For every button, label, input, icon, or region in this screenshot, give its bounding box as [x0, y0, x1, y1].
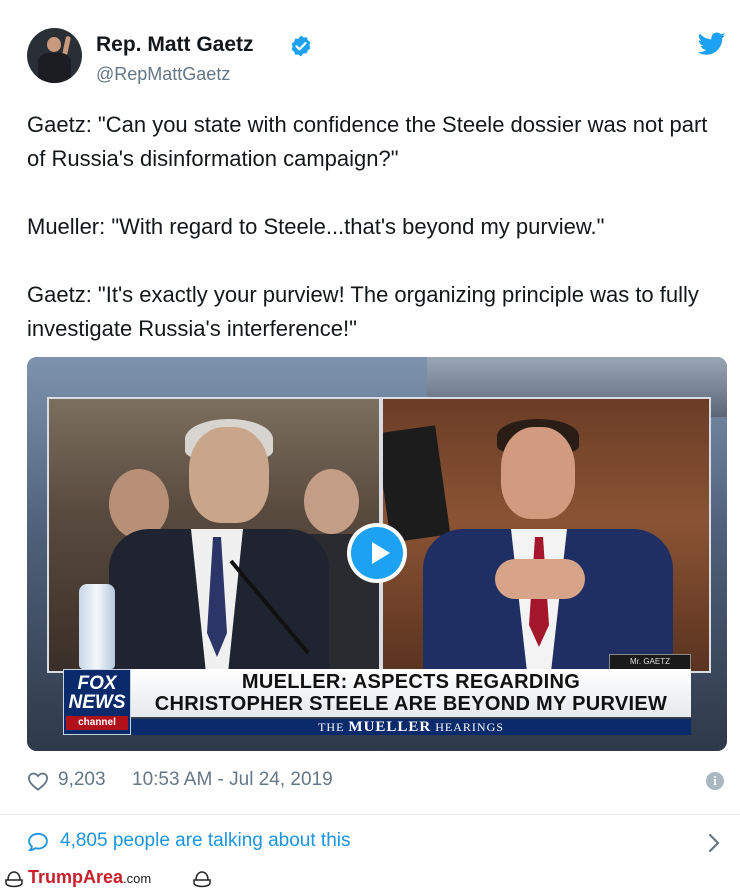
logo-line: channel — [66, 716, 128, 730]
avatar-body — [38, 53, 71, 83]
divider — [0, 814, 740, 815]
water-bottle — [79, 584, 115, 669]
info-icon[interactable]: i — [706, 772, 724, 790]
chevron-right-icon[interactable] — [707, 833, 721, 853]
author-name[interactable]: Rep. Matt Gaetz — [96, 33, 254, 57]
timestamp[interactable]: 10:53 AM - Jul 24, 2019 — [132, 769, 333, 791]
speaker-hands — [495, 559, 585, 599]
tweet-paragraph: Gaetz: "Can you state with confidence th… — [27, 112, 708, 171]
video-player[interactable]: Mr. GAETZ FOX NEWS channel MUELLER: ASPE… — [27, 357, 727, 751]
watermark-text: TrumpArea.com — [28, 867, 152, 887]
play-icon[interactable] — [351, 527, 403, 579]
video-pane-mueller — [49, 399, 379, 671]
tweet-paragraph: Gaetz: "It's exactly your purview! The o… — [27, 282, 699, 341]
speaker-head — [501, 427, 575, 519]
tweet-text: Gaetz: "Can you state with confidence th… — [27, 108, 727, 346]
video-pane-gaetz: Mr. GAETZ — [383, 399, 709, 671]
tweet-paragraph: Mueller: "With regard to Steele...that's… — [27, 214, 605, 239]
hearings-banner-text: THE MUELLER HEARINGS — [318, 719, 504, 735]
hearings-banner: THE MUELLER HEARINGS — [131, 719, 691, 735]
nameplate: Mr. GAETZ — [609, 654, 691, 670]
headline-chyron: MUELLER: ASPECTS REGARDING CHRISTOPHER S… — [131, 669, 691, 717]
fox-news-logo: FOX NEWS channel — [63, 669, 131, 735]
headline-line: CHRISTOPHER STEELE ARE BEYOND MY PURVIEW — [154, 693, 668, 715]
twitter-bird-icon[interactable] — [698, 32, 726, 56]
conversation-link[interactable]: 4,805 people are talking about this — [27, 829, 727, 859]
background-person — [304, 469, 359, 534]
headline-line: MUELLER: ASPECTS REGARDING — [241, 671, 581, 693]
news-lower-third: FOX NEWS channel MUELLER: ASPECTS REGARD… — [63, 669, 691, 739]
heart-icon[interactable] — [27, 771, 49, 791]
avatar[interactable] — [27, 28, 82, 83]
like-count[interactable]: 9,203 — [58, 769, 106, 791]
author-handle[interactable]: @RepMattGaetz — [96, 64, 230, 85]
speech-bubble-icon — [27, 832, 48, 852]
folder — [383, 425, 451, 543]
verified-badge-icon — [291, 35, 311, 57]
watermark: TrumpArea.com — [0, 867, 240, 893]
conversation-count[interactable]: 4,805 people are talking about this — [60, 830, 351, 852]
tweet-meta: 9,203 10:53 AM - Jul 24, 2019 i — [27, 768, 727, 796]
play-button[interactable] — [347, 523, 407, 583]
hat-icon — [193, 871, 211, 888]
avatar-head — [47, 37, 61, 52]
hat-icon — [5, 871, 23, 888]
logo-line: NEWS — [68, 692, 126, 713]
speaker-head — [189, 427, 269, 523]
